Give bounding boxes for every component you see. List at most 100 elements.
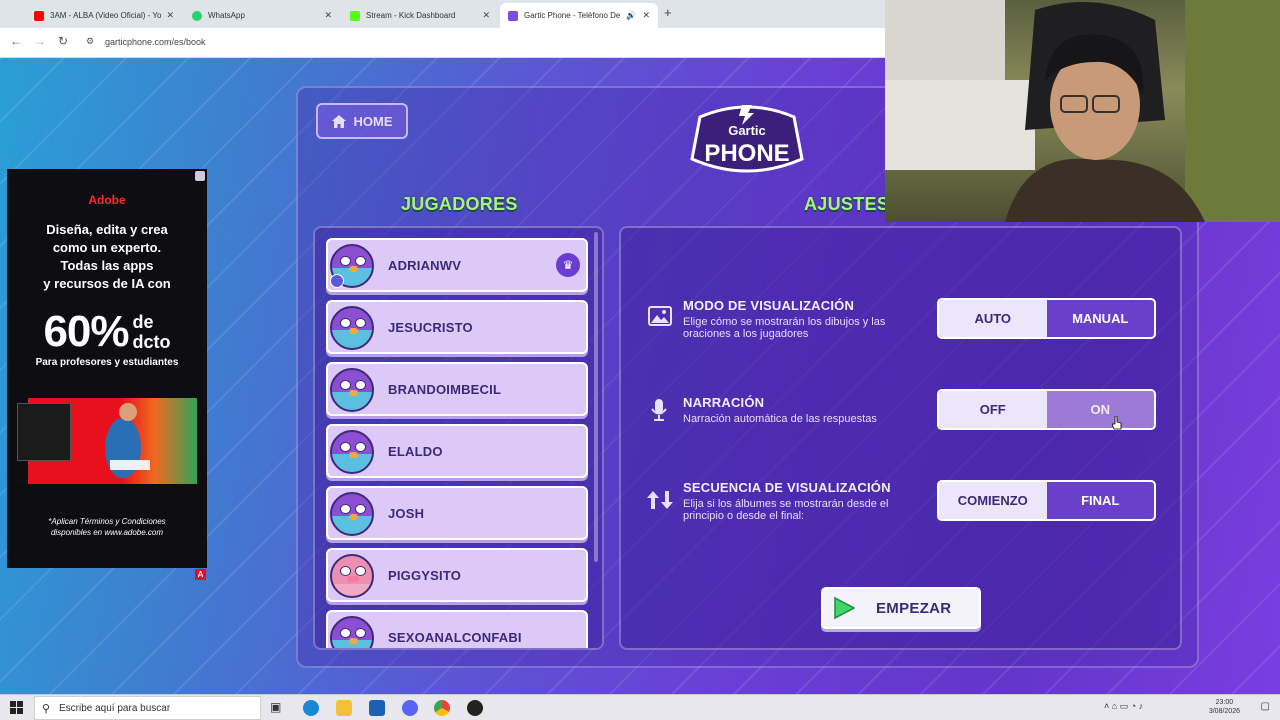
option-on[interactable]: ON (1046, 391, 1154, 428)
option-manual[interactable]: MANUAL (1047, 300, 1155, 337)
setting-title: SECUENCIA DE VISUALIZACIÓN (683, 480, 891, 495)
browser-tab[interactable]: 3AM - ALBA (Video Oficial) - Yo ✕ (26, 3, 182, 28)
home-icon (331, 114, 346, 128)
setting-desc-line: Narración automática de las respuestas (683, 413, 877, 425)
logo-top-text: Gartic (728, 123, 766, 138)
setting-title: MODO DE VISUALIZACIÓN (683, 298, 855, 313)
tab-title: 3AM - ALBA (Video Oficial) - Yo (50, 11, 162, 20)
bird-avatar-icon (330, 492, 374, 536)
player-card: BRANDOIMBECIL (326, 362, 588, 416)
player-card: JOSH (326, 486, 588, 540)
option-auto[interactable]: AUTO (939, 300, 1047, 337)
ad-suffix-line: de (132, 312, 154, 332)
player-name: ADRIANWV (388, 257, 462, 273)
taskbar-search-input[interactable]: ⚲ Escribe aquí para buscar (34, 696, 261, 720)
system-tray-icons[interactable]: ˄ ⌂ ▭ ◔ ♪ (1104, 701, 1143, 712)
chrome-icon[interactable] (434, 700, 450, 716)
ad-headline-line: como un experto. (52, 240, 162, 255)
windows-start-icon[interactable] (10, 701, 23, 714)
setting-description: Elija si los álbumes se mostrarán desde … (683, 498, 888, 522)
home-button[interactable]: HOME (316, 103, 408, 139)
whatsapp-favicon-icon (192, 10, 202, 21)
notifications-icon[interactable]: ▢ (1261, 701, 1270, 712)
ad-discount: 60% de dcto (7, 307, 207, 357)
ad-headline-line: y recursos de IA con (43, 276, 171, 291)
mouse-cursor-icon (1112, 416, 1122, 430)
microphone-icon (650, 398, 668, 428)
browser-tab-active[interactable]: Gartic Phone - Teléfono De 🔊 ✕ (500, 3, 658, 28)
clock[interactable]: 23:00 3/08/2026 (1209, 698, 1240, 716)
close-tab-icon[interactable]: ✕ (482, 10, 490, 21)
players-title: JUGADORES (401, 194, 518, 214)
start-button[interactable]: EMPEZAR (821, 587, 981, 629)
speaker-icon[interactable]: 🔊 (626, 11, 636, 20)
back-icon[interactable]: ← (10, 34, 22, 48)
setting-desc-line: Elija si los álbumes se mostrarán desde … (683, 498, 889, 510)
reload-icon[interactable]: ↻ (58, 34, 68, 48)
new-tab-button[interactable]: + (664, 5, 672, 20)
option-final[interactable]: FINAL (1047, 482, 1155, 519)
narration-toggle[interactable]: OFF ON (937, 389, 1156, 430)
browser-tab[interactable]: WhatsApp ✕ (184, 3, 340, 28)
player-name: PIGGYSITO (388, 567, 462, 583)
kick-favicon-icon (350, 10, 360, 21)
start-label: EMPEZAR (876, 599, 952, 617)
youtube-favicon-icon (34, 10, 44, 21)
store-icon[interactable] (369, 700, 385, 716)
webcam-person-image (885, 0, 1280, 222)
setting-desc-line: Elige cómo se mostrarán los dibujos y la… (683, 316, 886, 328)
logo-bottom-text: PHONE (704, 140, 789, 167)
tab-title: Stream - Kick Dashboard (366, 11, 456, 20)
play-icon (834, 597, 855, 619)
site-info-icon[interactable]: ⚙ (86, 36, 94, 47)
setting-desc-line: oraciones a los jugadores (683, 328, 809, 340)
setting-description: Narración automática de las respuestas (683, 413, 877, 425)
webcam-overlay (885, 0, 1280, 222)
pig-avatar-icon (330, 554, 374, 598)
forward-icon[interactable]: → (34, 34, 46, 48)
display-mode-toggle[interactable]: AUTO MANUAL (937, 298, 1156, 339)
setting-title: NARRACIÓN (683, 395, 765, 410)
gartic-favicon-icon (508, 10, 518, 21)
obs-icon[interactable] (467, 700, 483, 716)
close-tab-icon[interactable]: ✕ (166, 10, 174, 21)
player-card: JESUCRISTO (326, 300, 588, 354)
player-name: SEXOANALCONFABI (388, 629, 522, 645)
players-scrollbar[interactable] (594, 232, 598, 562)
player-card: SEXOANALCONFABI (326, 610, 588, 648)
player-name: BRANDOIMBECIL (388, 381, 502, 397)
ad-percent-suffix: de dcto (133, 312, 171, 352)
crown-icon: ♛ (556, 253, 580, 277)
clock-time: 23:00 (1215, 699, 1234, 706)
ad-brand: Adobe (88, 193, 126, 207)
ad-subline: Para profesores y estudiantes (35, 357, 179, 368)
search-placeholder: Escribe aquí para buscar (59, 702, 171, 714)
adobe-ad[interactable]: Adobe Diseña, edita y crea como un exper… (7, 169, 207, 568)
bird-avatar-icon (330, 616, 374, 648)
player-card: ELALDO (326, 424, 588, 478)
browser-tab[interactable]: Stream - Kick Dashboard ✕ (342, 3, 498, 28)
option-off[interactable]: OFF (939, 391, 1047, 428)
url-field[interactable]: garticphone.com/es/book (105, 37, 206, 47)
sequence-toggle[interactable]: COMIENZO FINAL (937, 480, 1156, 521)
close-tab-icon[interactable]: ✕ (642, 10, 650, 21)
task-view-icon[interactable]: ▣ (270, 700, 286, 716)
player-card: PIGGYSITO (326, 548, 588, 602)
edge-icon[interactable] (303, 700, 319, 716)
discord-icon[interactable] (402, 700, 418, 716)
ad-headline-line: Diseña, edita y crea (46, 222, 168, 237)
player-card: ADRIANWV ♛ (326, 238, 588, 292)
owner-badge-icon (330, 274, 344, 288)
ad-suffix-line: dcto (132, 332, 171, 352)
ad-fine-line: *Aplican Términos y Condiciones (48, 517, 166, 526)
bird-avatar-icon (330, 430, 374, 474)
ad-headline: Diseña, edita y crea como un experto. To… (7, 221, 207, 293)
ad-percent: 60% (43, 307, 129, 356)
players-panel[interactable]: ADRIANWV ♛ JESUCRISTO BRANDOIMBECIL ELAL… (313, 226, 604, 650)
file-explorer-icon[interactable] (336, 700, 352, 716)
ad-fine-print: *Aplican Términos y Condiciones disponib… (7, 516, 207, 538)
home-label: HOME (353, 113, 393, 129)
ad-choices-icon[interactable] (195, 171, 205, 181)
close-tab-icon[interactable]: ✕ (324, 10, 332, 21)
option-comienzo[interactable]: COMIENZO (939, 482, 1047, 519)
